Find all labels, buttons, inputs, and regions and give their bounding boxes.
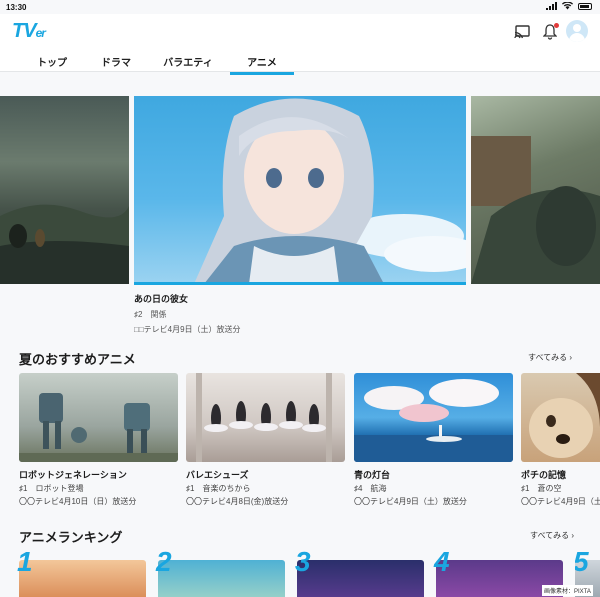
anime-card-broadcast: 〇〇テレビ4月9日（土）放送分 <box>354 497 467 506</box>
anime-card-episode: ♯1 ロボット登場 <box>19 484 84 493</box>
hero-caption: あの日の彼女 ♯2 関係 □□テレビ4月9日（土）放送分 <box>134 292 241 335</box>
summer-see-all-link[interactable]: すべてみる › <box>528 352 572 363</box>
anime-card-episode: ♯1 蒼の空 <box>521 484 562 493</box>
avatar[interactable] <box>566 20 588 42</box>
wifi-icon <box>562 2 573 10</box>
tab-anime[interactable]: アニメ <box>230 54 294 75</box>
anime-card-episode: ♯4 航海 <box>354 484 387 493</box>
anime-card[interactable]: 青の灯台 ♯4 航海 〇〇テレビ4月9日（土）放送分 <box>354 373 513 507</box>
anime-card[interactable]: ポチの記憶 ♯1 蒼の空 〇〇テレビ4月9日（土）放送分 <box>521 373 600 507</box>
anime-card-title: ロボットジェネレーション <box>19 470 127 480</box>
status-bar: 13:30 <box>0 0 600 14</box>
anime-card-thumbnail <box>354 373 513 462</box>
ranking-number: 4 <box>434 546 450 577</box>
battery-icon <box>578 2 592 10</box>
tver-logo[interactable]: TVer <box>12 20 46 43</box>
tab-drama[interactable]: ドラマ <box>84 54 148 69</box>
anime-card-title: バレエシューズ <box>186 470 249 480</box>
status-icons <box>546 2 592 10</box>
cast-icon[interactable] <box>512 22 532 42</box>
app-header: TVer トップ ドラマ バラエティ アニメ <box>0 14 600 75</box>
summer-section-title: 夏のおすすめアニメ <box>19 352 136 367</box>
anime-card-broadcast: 〇〇テレビ4月9日（土）放送分 <box>521 497 600 506</box>
hero-slide-next[interactable] <box>471 96 600 284</box>
ranking-number: 1 <box>17 546 33 577</box>
ranking-thumbnail <box>297 560 424 597</box>
hero-title[interactable]: あの日の彼女 <box>134 292 241 305</box>
bell-icon[interactable] <box>540 22 560 42</box>
anime-card-thumbnail <box>521 373 600 462</box>
hero-slide-prev[interactable] <box>0 96 129 284</box>
hero-broadcast: □□テレビ4月9日（土）放送分 <box>134 325 241 334</box>
hero-slide-main[interactable] <box>134 96 466 284</box>
image-credit: 画像素材：PIXTA <box>542 585 593 596</box>
notification-badge <box>554 23 559 28</box>
ranking-number: 2 <box>156 546 172 577</box>
anime-card-broadcast: 〇〇テレビ4月10日（日）放送分 <box>19 497 137 506</box>
ranking-item[interactable]: 2 <box>156 546 285 597</box>
ranking-thumbnail <box>158 560 285 597</box>
ranking-number: 3 <box>295 546 311 577</box>
ranking-thumbnail <box>19 560 146 597</box>
signal-icon <box>546 2 557 10</box>
hero-carousel <box>0 96 600 286</box>
anime-card-title: 青の灯台 <box>354 470 391 480</box>
anime-card[interactable]: ロボットジェネレーション ♯1 ロボット登場 〇〇テレビ4月10日（日）放送分 <box>19 373 178 507</box>
ranking-number: 5 <box>575 552 589 578</box>
anime-card[interactable]: バレエシューズ ♯1 音楽のちから 〇〇テレビ4月8日(金)放送分 <box>186 373 345 507</box>
ranking-item[interactable]: 1 <box>17 546 146 597</box>
tab-top[interactable]: トップ <box>20 54 84 69</box>
anime-card-title: ポチの記憶 <box>521 470 567 480</box>
ranking-item[interactable]: 3 <box>295 546 424 597</box>
anime-card-broadcast: 〇〇テレビ4月8日(金)放送分 <box>186 497 289 506</box>
ranking-section-title: アニメランキング <box>19 530 123 545</box>
status-time: 13:30 <box>6 3 27 12</box>
category-tabs: トップ ドラマ バラエティ アニメ <box>0 54 600 75</box>
hero-progress-bar <box>134 282 466 285</box>
hero-episode: ♯2 関係 <box>134 310 167 319</box>
anime-card-thumbnail <box>186 373 345 462</box>
ranking-see-all-link[interactable]: すべてみる › <box>530 530 574 541</box>
anime-card-episode: ♯1 音楽のちから <box>186 484 251 493</box>
tab-variety[interactable]: バラエティ <box>156 54 220 69</box>
anime-card-thumbnail <box>19 373 178 462</box>
